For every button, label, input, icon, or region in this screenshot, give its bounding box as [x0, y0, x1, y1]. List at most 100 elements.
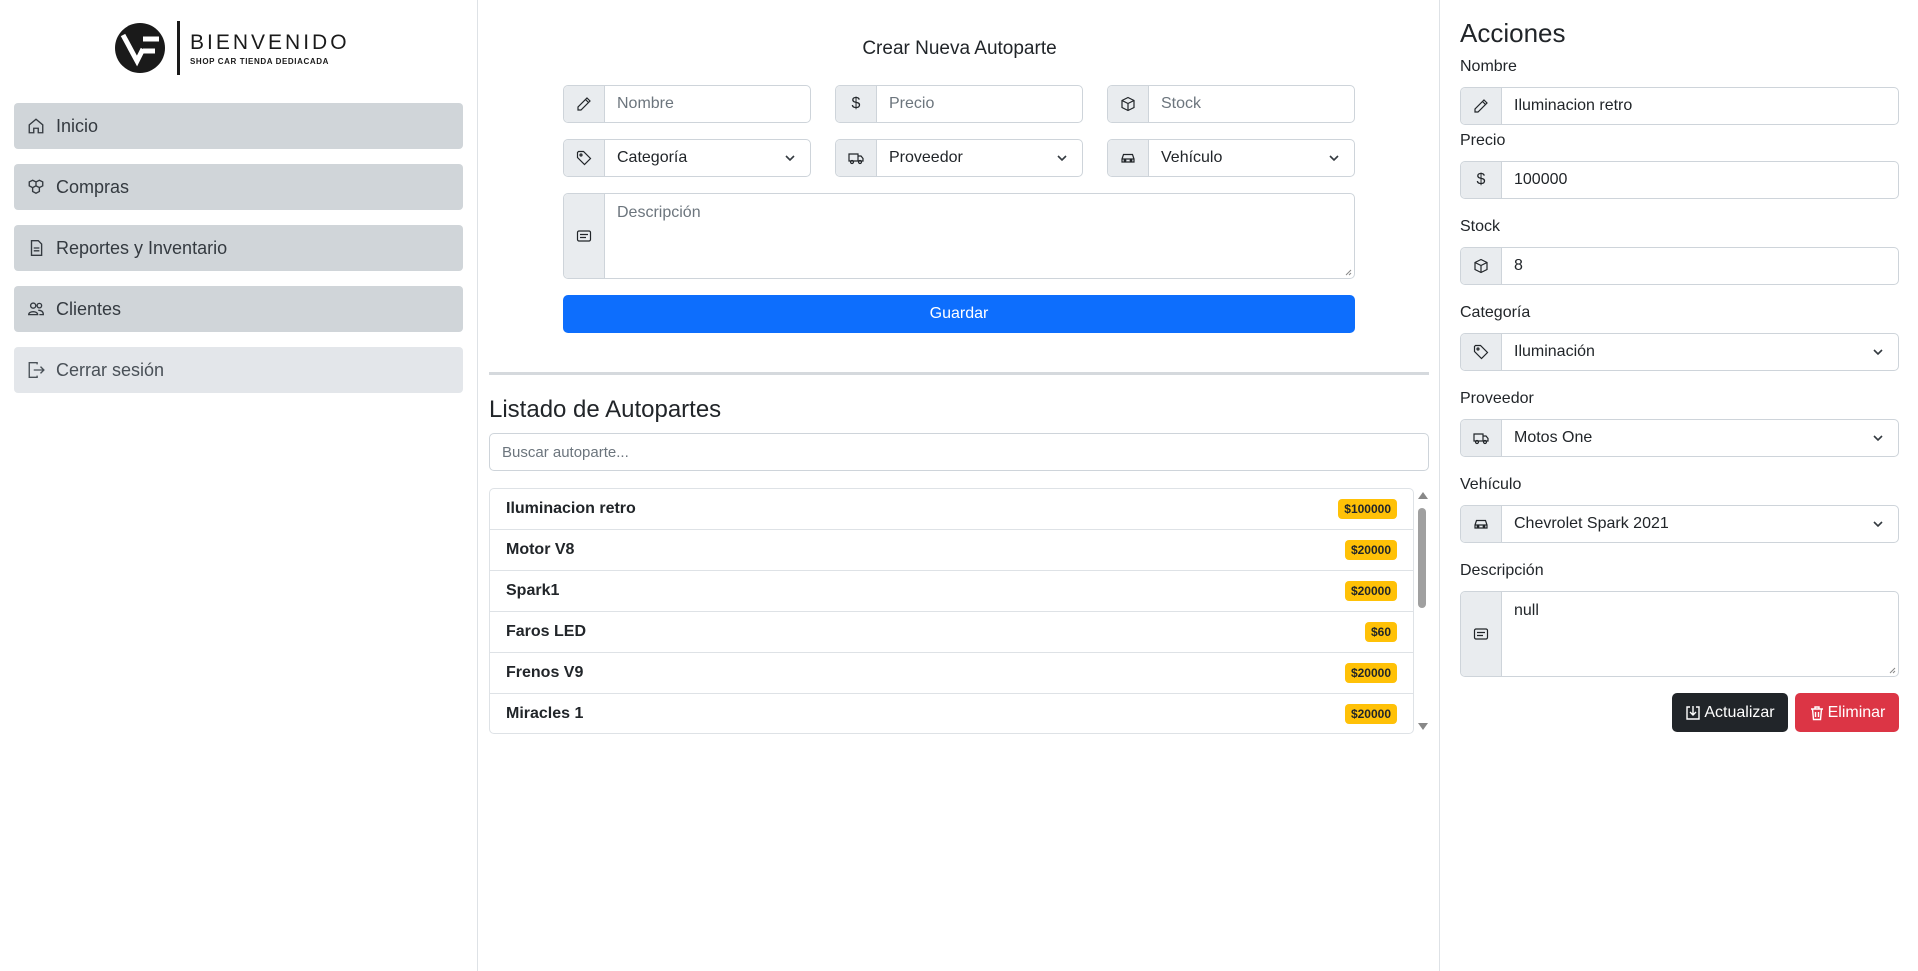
edit-proveedor-select[interactable]: Motos One — [1502, 420, 1898, 456]
list-item-name: Spark1 — [506, 582, 560, 599]
brand-subtitle: SHOP CAR TIENDA DEDIACADA — [190, 56, 330, 66]
list-item[interactable]: Motor V8 $20000 — [490, 530, 1413, 571]
sidebar-item-label: Cerrar sesión — [56, 359, 165, 380]
resize-handle-icon[interactable] — [1888, 666, 1896, 674]
precio-label: Precio — [1460, 132, 1506, 149]
chevron-down-icon — [1873, 521, 1883, 528]
autoparts-list-container: Iluminacion retro $100000 Motor V8 $2000… — [489, 488, 1429, 734]
pencil-icon — [564, 86, 605, 122]
sidebar-item-inicio[interactable]: Inicio — [14, 103, 463, 149]
text-card-icon — [1461, 592, 1502, 676]
price-badge: $100000 — [1338, 499, 1397, 519]
pencil-icon — [1461, 88, 1502, 124]
resize-handle-icon[interactable] — [1344, 268, 1352, 276]
save-button[interactable]: Guardar — [563, 295, 1355, 333]
scroll-down-arrow-icon[interactable] — [1418, 723, 1428, 730]
car-icon — [1108, 140, 1149, 176]
edit-descripcion-value: null — [1514, 602, 1539, 619]
sidebar-item-cerrar-sesion[interactable]: Cerrar sesión — [14, 347, 463, 393]
precio-input[interactable]: Precio — [877, 86, 1082, 122]
sidebar-item-label: Clientes — [56, 298, 122, 319]
actions-panel: Acciones Nombre Iluminacion retro Precio… — [1441, 0, 1918, 971]
descripcion-placeholder: Descripción — [617, 204, 701, 221]
brand-separator — [177, 21, 180, 75]
edit-precio-input-group: $ 100000 — [1460, 161, 1899, 199]
price-badge: $60 — [1364, 622, 1397, 642]
truck-icon — [836, 140, 877, 176]
list-item-name: Faros LED — [506, 623, 587, 640]
scroll-up-arrow-icon[interactable] — [1418, 492, 1428, 499]
list-item[interactable]: Spark1 $20000 — [490, 571, 1413, 612]
proveedor-select[interactable]: Proveedor — [877, 140, 1082, 176]
nombre-input-group: Nombre — [563, 85, 811, 123]
brand-title: BIENVENIDO — [190, 30, 350, 54]
vehiculo-select-value: Vehículo — [1161, 149, 1223, 166]
nombre-input[interactable]: Nombre — [605, 86, 810, 122]
search-input[interactable]: Buscar autoparte... — [489, 433, 1429, 471]
brand-logo: BIENVENIDO SHOP CAR TIENDA DEDIACADA — [113, 20, 350, 76]
edit-vehiculo-select[interactable]: Chevrolet Spark 2021 — [1502, 506, 1898, 542]
tag-icon — [1461, 334, 1502, 370]
chevron-down-icon — [1873, 435, 1883, 442]
chevron-down-icon — [1873, 349, 1883, 356]
scrollbar-thumb[interactable] — [1418, 508, 1426, 608]
edit-proveedor-value: Motos One — [1514, 429, 1593, 446]
edit-stock-input[interactable]: 8 — [1502, 248, 1898, 284]
box-icon — [1461, 248, 1502, 284]
edit-descripcion-group: null — [1460, 591, 1899, 677]
file-icon — [26, 238, 46, 258]
vehiculo-select[interactable]: Vehículo — [1149, 140, 1354, 176]
edit-categoria-value: Iluminación — [1514, 343, 1595, 360]
boxes-icon — [26, 177, 46, 197]
list-item-name: Miracles 1 — [506, 705, 584, 722]
list-item[interactable]: Iluminacion retro $100000 — [490, 489, 1413, 530]
descripcion-label: Descripción — [1460, 562, 1544, 579]
edit-proveedor-select-group: Motos One — [1460, 419, 1899, 457]
stock-label: Stock — [1460, 218, 1501, 235]
edit-precio-input[interactable]: 100000 — [1502, 162, 1898, 198]
proveedor-select-value: Proveedor — [889, 149, 963, 166]
delete-button[interactable]: Eliminar — [1795, 693, 1899, 732]
chevron-down-icon — [1057, 155, 1067, 162]
edit-descripcion-textarea[interactable]: null — [1502, 592, 1898, 676]
dollar-icon: $ — [836, 86, 877, 122]
section-divider — [489, 372, 1429, 375]
tag-icon — [564, 140, 605, 176]
stock-input[interactable]: Stock — [1149, 86, 1354, 122]
trash-icon — [1810, 705, 1823, 720]
chevron-down-icon — [785, 155, 795, 162]
list-item-name: Iluminacion retro — [506, 500, 636, 517]
categoria-label: Categoría — [1460, 304, 1531, 321]
descripcion-textarea[interactable]: Descripción — [605, 194, 1354, 278]
edit-stock-input-group: 8 — [1460, 247, 1899, 285]
logout-icon — [26, 360, 46, 380]
brand-logo-icon — [115, 23, 165, 73]
box-icon — [1108, 86, 1149, 122]
sidebar-item-reportes[interactable]: Reportes y Inventario — [14, 225, 463, 271]
sidebar-nav: Inicio Compras Reportes y Inventario Cli… — [14, 103, 463, 408]
categoria-select-group: Categoría — [563, 139, 811, 177]
list-item[interactable]: Miracles 1 $20000 — [490, 694, 1413, 733]
categoria-select[interactable]: Categoría — [605, 140, 810, 176]
update-button[interactable]: Actualizar — [1672, 693, 1788, 732]
proveedor-label: Proveedor — [1460, 390, 1534, 407]
edit-categoria-select[interactable]: Iluminación — [1502, 334, 1898, 370]
list-item[interactable]: Frenos V9 $20000 — [490, 653, 1413, 694]
actions-title: Acciones — [1460, 18, 1566, 48]
list-scrollbar[interactable] — [1415, 488, 1429, 734]
list-item[interactable]: Faros LED $60 — [490, 612, 1413, 653]
vehiculo-label: Vehículo — [1460, 476, 1522, 493]
edit-nombre-input[interactable]: Iluminacion retro — [1502, 88, 1898, 124]
sidebar-item-label: Reportes y Inventario — [56, 237, 228, 258]
truck-icon — [1461, 420, 1502, 456]
delete-button-label: Eliminar — [1827, 703, 1886, 721]
sidebar-item-compras[interactable]: Compras — [14, 164, 463, 210]
people-icon — [26, 299, 46, 319]
chevron-down-icon — [1329, 155, 1339, 162]
edit-vehiculo-value: Chevrolet Spark 2021 — [1514, 515, 1669, 532]
list-item-name: Frenos V9 — [506, 664, 584, 681]
price-badge: $20000 — [1344, 663, 1397, 683]
price-badge: $20000 — [1344, 581, 1397, 601]
sidebar-item-clientes[interactable]: Clientes — [14, 286, 463, 332]
list-item-name: Motor V8 — [506, 541, 575, 558]
